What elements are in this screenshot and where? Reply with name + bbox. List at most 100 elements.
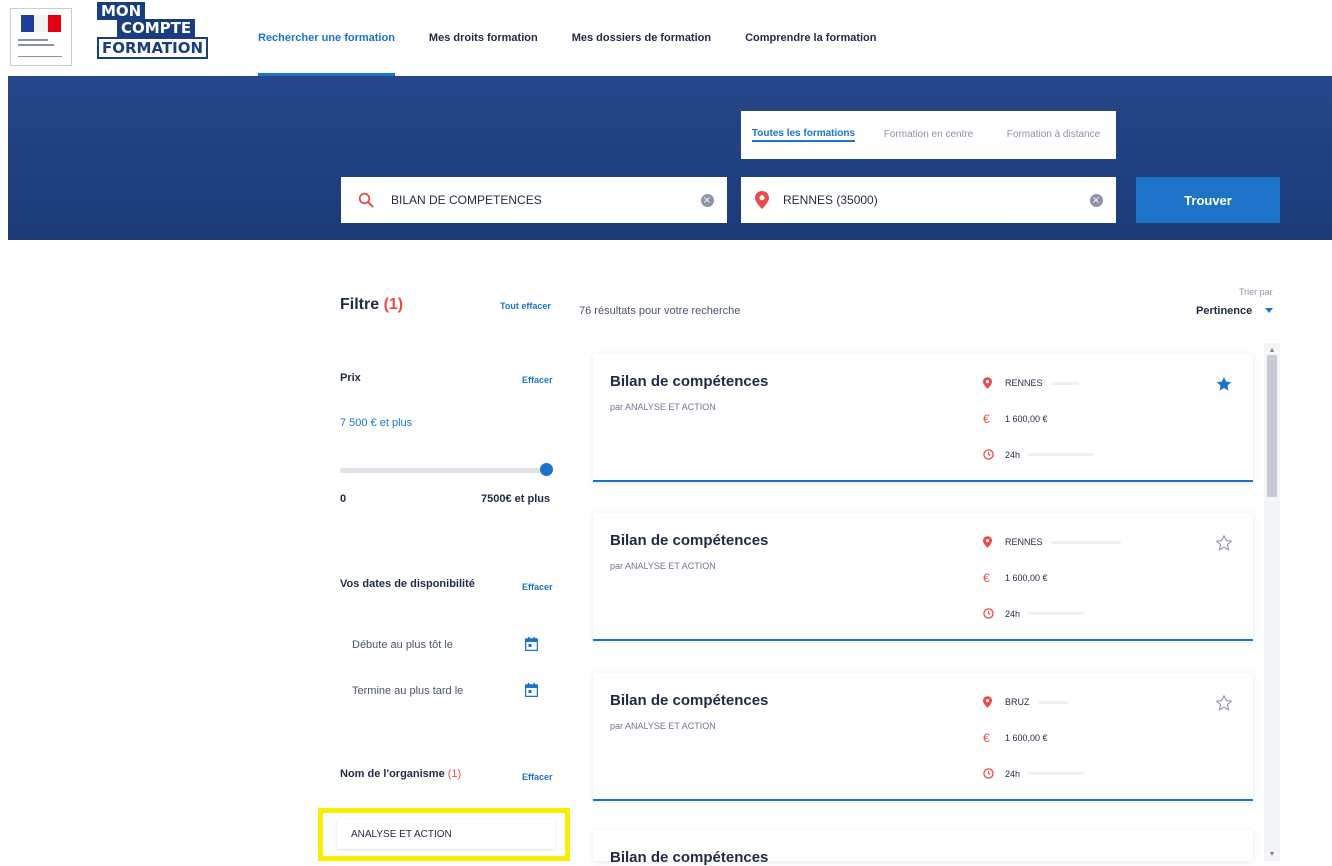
result-title[interactable]: Bilan de compétences xyxy=(610,849,768,866)
price-slider-max-label: 7500€ et plus xyxy=(481,493,551,505)
mon-compte-formation-logo[interactable]: MON COMPTE FORMATION xyxy=(97,2,209,62)
result-price: € 1 600,00 € xyxy=(983,571,1048,585)
logo-text-line xyxy=(18,44,54,46)
clear-icon: × xyxy=(700,193,714,207)
result-card-partial[interactable]: Bilan de compétences xyxy=(593,830,1253,866)
location-pin-icon xyxy=(983,377,1005,389)
result-title[interactable]: Bilan de compétences xyxy=(610,692,768,709)
favorite-star-outline-icon[interactable] xyxy=(1215,534,1233,552)
result-city: RENNES xyxy=(1005,537,1043,547)
clear-organisme-link[interactable]: Effacer xyxy=(522,772,553,782)
tab-label: Toutes les formations xyxy=(751,128,856,143)
calendar-icon[interactable] xyxy=(524,683,539,698)
tab-toutes-formations[interactable]: Toutes les formations xyxy=(741,111,866,159)
price-slider-track[interactable] xyxy=(340,468,546,473)
tab-label: Formation à distance xyxy=(1006,129,1101,141)
result-title[interactable]: Bilan de compétences xyxy=(610,373,768,390)
tab-formation-en-centre[interactable]: Formation en centre xyxy=(866,111,991,159)
clear-price-link[interactable]: Effacer xyxy=(522,375,553,385)
price-slider-handle[interactable] xyxy=(540,463,553,476)
top-header: MON COMPTE FORMATION Rechercher une form… xyxy=(0,0,1332,76)
logo-line-formation: FORMATION xyxy=(97,37,209,59)
scroll-up-arrow-icon[interactable]: ▴ xyxy=(1268,346,1276,354)
filter-title: Filtre xyxy=(340,296,380,313)
euro-icon: € xyxy=(983,731,990,745)
results-scrollbar-thumb[interactable] xyxy=(1267,355,1277,497)
euro-icon: € xyxy=(983,571,990,585)
result-card[interactable]: Bilan de compétences par ANALYSE ET ACTI… xyxy=(593,354,1253,482)
result-price-value: 1 600,00 € xyxy=(1005,573,1048,583)
price-filter-label: Prix xyxy=(340,372,361,384)
favorite-star-outline-icon[interactable] xyxy=(1215,694,1233,712)
start-date-field[interactable]: Débute au plus tôt le xyxy=(352,639,453,651)
training-mode-tabs: Toutes les formations Formation en centr… xyxy=(741,111,1116,159)
location-pin-icon xyxy=(983,536,1005,548)
logo-line-compte: COMPTE xyxy=(117,19,196,37)
selected-organisme-chip[interactable]: ANALYSE ET ACTION xyxy=(337,819,555,849)
filter-heading: Filtre (1) xyxy=(340,296,403,314)
price-filter-value: 7 500 € et plus xyxy=(340,417,413,429)
result-card[interactable]: Bilan de compétences par ANALYSE ET ACTI… xyxy=(593,673,1253,801)
organisme-label-text: Nom de l'organisme xyxy=(340,768,445,780)
scroll-down-arrow-icon[interactable]: ▾ xyxy=(1268,850,1276,858)
result-organisme: par ANALYSE ET ACTION xyxy=(610,721,716,731)
tab-formation-a-distance[interactable]: Formation à distance xyxy=(991,111,1116,159)
clear-icon: × xyxy=(1089,193,1103,207)
chevron-down-icon[interactable] xyxy=(1265,308,1273,313)
clock-icon xyxy=(983,608,1005,619)
clear-location-button[interactable]: × xyxy=(1076,193,1116,207)
result-price-value: 1 600,00 € xyxy=(1005,414,1048,424)
result-title[interactable]: Bilan de compétences xyxy=(610,532,768,549)
favorite-star-icon[interactable] xyxy=(1215,375,1233,393)
filter-count: (1) xyxy=(383,296,404,313)
result-location: BRUZ xyxy=(983,696,1068,708)
search-query-value: BILAN DE COMPETENCES xyxy=(391,193,542,207)
euro-icon: € xyxy=(983,412,990,426)
result-location: RENNES xyxy=(983,536,1121,548)
nav-mes-dossiers-formation[interactable]: Mes dossiers de formation xyxy=(572,0,711,76)
search-icon xyxy=(341,192,391,208)
result-duration-value: 24h xyxy=(1005,608,1021,619)
result-duration: 24h xyxy=(983,449,1095,460)
location-input[interactable]: RENNES (35000) × xyxy=(741,177,1116,223)
result-price: € 1 600,00 € xyxy=(983,412,1048,426)
logo-line-mon: MON xyxy=(97,2,146,20)
clear-search-button[interactable]: × xyxy=(687,193,727,207)
nav-rechercher-formation[interactable]: Rechercher une formation xyxy=(258,0,395,76)
organisme-highlight: ANALYSE ET ACTION xyxy=(318,808,570,861)
result-duration: 24h xyxy=(983,768,1085,779)
location-pin-icon xyxy=(741,191,783,209)
clock-icon xyxy=(983,449,1005,460)
location-value: RENNES (35000) xyxy=(783,193,878,207)
result-organisme: par ANALYSE ET ACTION xyxy=(610,402,716,412)
price-slider-min-label: 0 xyxy=(340,493,347,505)
result-price: € 1 600,00 € xyxy=(983,731,1048,745)
result-duration-value: 24h xyxy=(1005,449,1021,460)
organisme-count: (1) xyxy=(447,768,462,780)
sort-label: Trier par xyxy=(1239,287,1273,297)
tab-label: Formation en centre xyxy=(883,129,974,141)
nav-mes-droits-formation[interactable]: Mes droits formation xyxy=(429,0,538,76)
logo-text-line xyxy=(18,39,48,41)
result-city: BRUZ xyxy=(1005,697,1030,707)
location-pin-icon xyxy=(983,696,1005,708)
results-count: 76 résultats pour votre recherche xyxy=(579,305,741,317)
clock-icon xyxy=(983,768,1005,779)
clear-all-filters-link[interactable]: Tout effacer xyxy=(500,301,551,311)
main-nav: Rechercher une formation Mes droits form… xyxy=(258,0,911,76)
sort-select[interactable]: Pertinence xyxy=(1196,305,1252,317)
result-card[interactable]: Bilan de compétences par ANALYSE ET ACTI… xyxy=(593,513,1253,641)
training-search-input[interactable]: BILAN DE COMPETENCES × xyxy=(341,177,727,223)
republique-francaise-logo[interactable] xyxy=(10,8,72,66)
clear-dates-link[interactable]: Effacer xyxy=(522,582,553,592)
french-flag-icon xyxy=(21,15,61,32)
result-price-value: 1 600,00 € xyxy=(1005,733,1048,743)
end-date-field[interactable]: Termine au plus tard le xyxy=(352,685,463,697)
dates-filter-label: Vos dates de disponibilité xyxy=(340,578,475,590)
result-duration-value: 24h xyxy=(1005,768,1021,779)
calendar-icon[interactable] xyxy=(524,637,539,652)
logo-text-line xyxy=(18,56,62,57)
nav-comprendre-formation[interactable]: Comprendre la formation xyxy=(745,0,876,76)
result-city: RENNES xyxy=(1005,378,1043,388)
find-button[interactable]: Trouver xyxy=(1136,177,1280,223)
